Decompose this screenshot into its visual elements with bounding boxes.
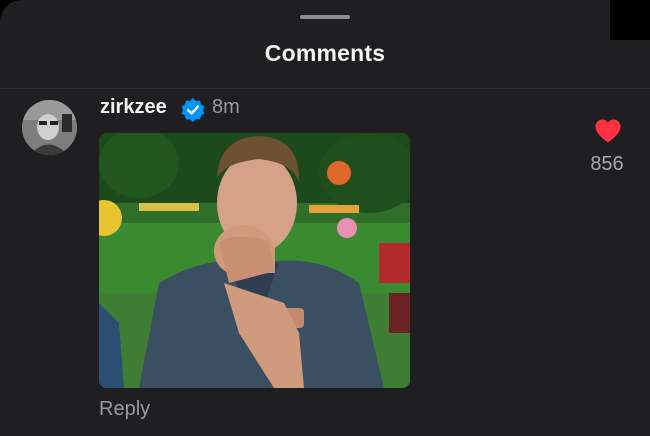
drag-handle[interactable] [300,15,350,19]
comment-username[interactable]: zirkzee [100,96,167,119]
comment-timestamp: 8m [212,96,240,118]
reply-button[interactable]: Reply [99,398,150,421]
avatar[interactable] [22,100,77,155]
header-divider [0,88,650,89]
avatar-photo [22,100,77,155]
heart-icon[interactable] [594,118,622,144]
screen-corner [610,0,650,40]
comments-sheet: Comments zirkzee 8m Reply 856 [0,0,650,436]
sheet-title: Comments [264,40,386,66]
like-count: 856 [590,153,624,175]
comment-gif[interactable] [99,133,410,388]
gif-image [99,133,410,388]
verified-badge-icon [181,98,205,122]
